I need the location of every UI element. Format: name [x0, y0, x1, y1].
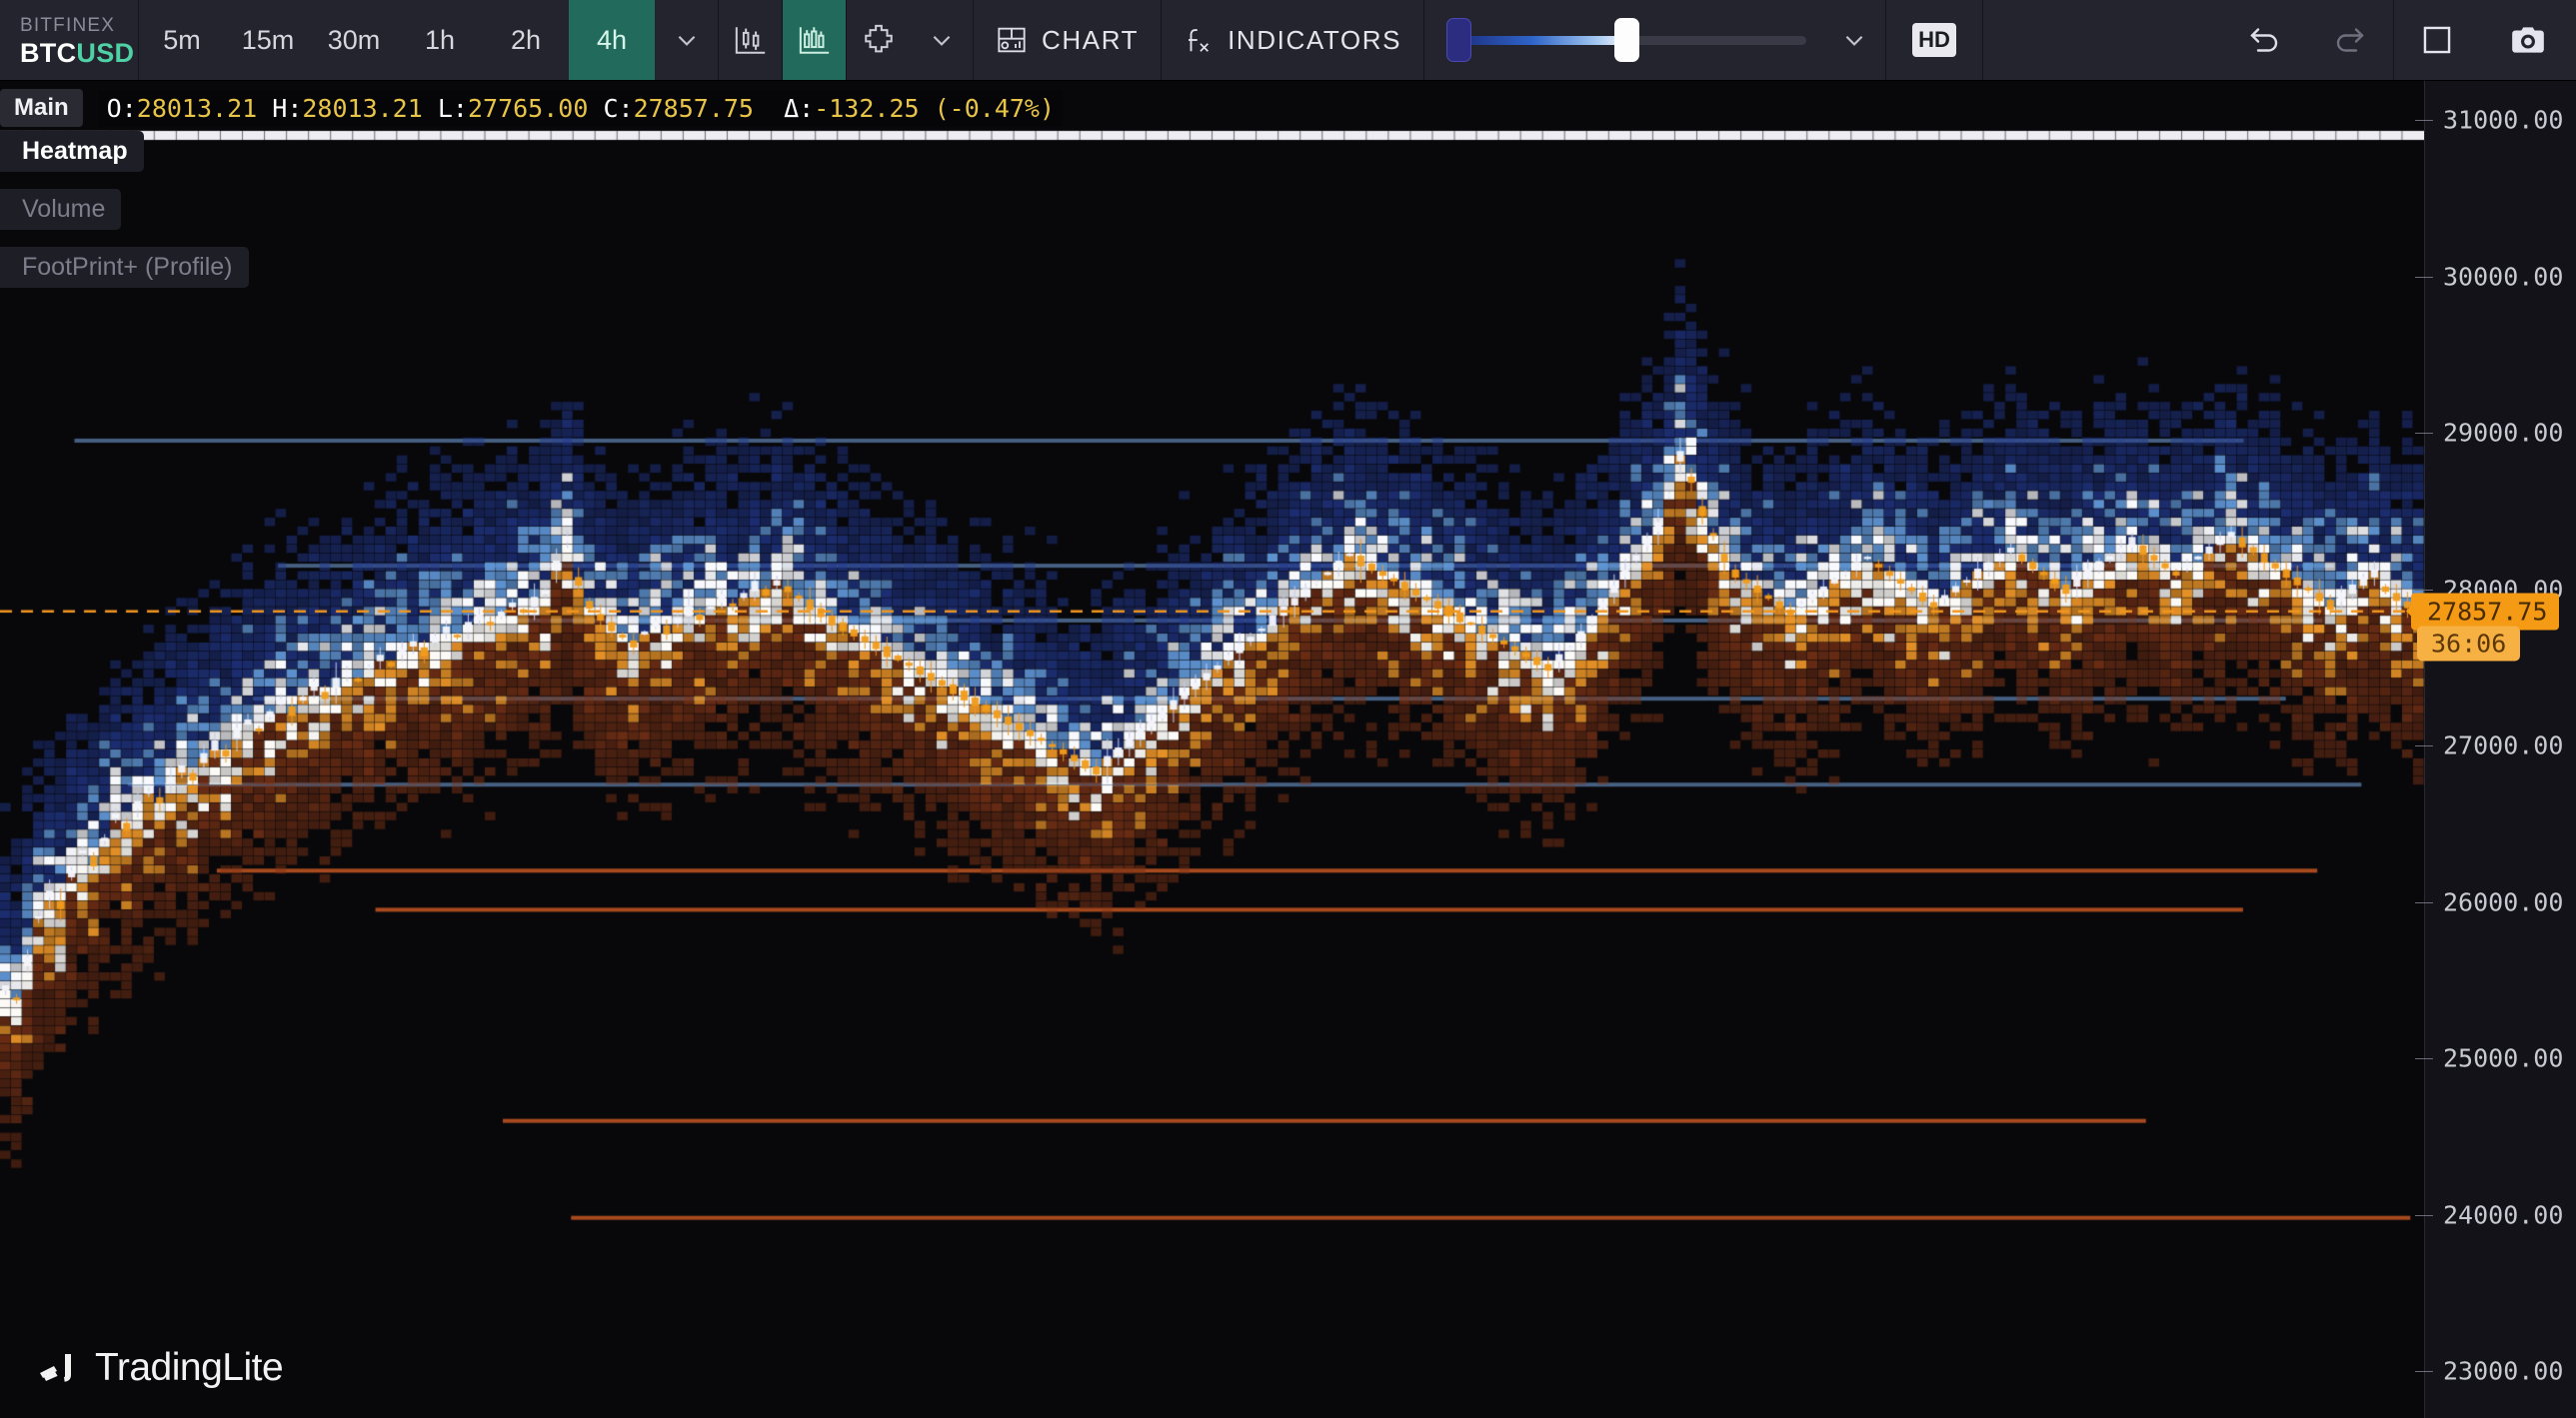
crosshair-tool-icon	[862, 23, 896, 57]
price-axis-label: 26000.00	[2443, 887, 2564, 917]
legend-item-volume[interactable]: Volume	[0, 189, 122, 230]
price-axis-label: 31000.00	[2443, 105, 2564, 135]
price-axis-label: 27000.00	[2443, 730, 2564, 760]
chevron-down-icon	[1841, 27, 1867, 53]
price-axis-tick	[2415, 1058, 2433, 1060]
slider-handle-min[interactable]	[1446, 18, 1472, 62]
open-value: 28013.21	[136, 93, 258, 123]
ohlc-values: O:28013.21 H:28013.21 L:27765.00 C:27857…	[98, 89, 1064, 127]
legend-row: FootPrint+ (Profile)	[0, 247, 249, 305]
square-fullscreen-icon	[2420, 23, 2454, 57]
low-label: L:	[437, 93, 468, 123]
price-axis-label: 25000.00	[2443, 1043, 2564, 1073]
heatmap-intensity-slider[interactable]	[1446, 18, 1807, 62]
chart-panel-label: CHART	[1042, 24, 1140, 55]
price-axis-tick	[2415, 276, 2433, 278]
slider-fill	[1452, 35, 1631, 45]
symbol-pair: BTCUSD	[20, 38, 138, 68]
liquidity-heatmap-canvas[interactable]	[0, 81, 2424, 1418]
heatmap-chart-icon	[798, 23, 832, 57]
chevron-down-icon	[674, 27, 700, 53]
price-axis-tick	[2415, 589, 2433, 591]
timeframe-5m[interactable]: 5m	[139, 0, 225, 80]
legend-row: Volume	[0, 189, 249, 247]
candlestick-chart-icon	[734, 23, 768, 57]
undo-icon	[2246, 22, 2282, 58]
heatmap-chart-button[interactable]	[783, 0, 846, 80]
legend-item-footprint[interactable]: FootPrint+ (Profile)	[0, 247, 249, 288]
fx-icon	[1184, 24, 1214, 56]
price-axis-label: 30000.00	[2443, 262, 2564, 292]
chevron-down-icon	[929, 27, 955, 53]
delta-percent: (-0.47%)	[934, 93, 1056, 123]
slider-handle-max[interactable]	[1614, 18, 1640, 62]
redo-button[interactable]	[2307, 0, 2393, 80]
price-axis-label: 24000.00	[2443, 1200, 2564, 1230]
close-value: 27857.75	[633, 93, 754, 123]
top-toolbar: BITFINEX BTCUSD 5m 15m 30m 1h 2h 4h CHAR…	[0, 0, 2576, 81]
chart-canvas-area[interactable]: Main O:28013.21 H:28013.21 L:27765.00 C:…	[0, 81, 2424, 1418]
timeframe-2h[interactable]: 2h	[483, 0, 569, 80]
crosshair-tool-button[interactable]	[847, 0, 910, 80]
pane-label-main: Main	[0, 89, 83, 127]
price-axis-tick	[2415, 1214, 2433, 1216]
indicators-button[interactable]: INDICATORS	[1162, 0, 1423, 80]
chart-panel-button[interactable]: CHART	[974, 0, 1161, 80]
hd-quality-button[interactable]: HD	[1886, 0, 1982, 80]
legend-item-heatmap[interactable]: Heatmap	[0, 131, 144, 172]
tradinglite-logo-icon	[38, 1351, 82, 1385]
tradinglite-watermark-text: TradingLite	[95, 1346, 284, 1389]
screenshot-button[interactable]	[2480, 0, 2576, 80]
exchange-label: BITFINEX	[20, 14, 116, 36]
hd-badge-label: HD	[1912, 23, 1957, 57]
bar-countdown-badge: 36:06	[2417, 626, 2521, 662]
chart-layout-icon	[996, 24, 1028, 56]
ohlc-readout: Main O:28013.21 H:28013.21 L:27765.00 C:…	[0, 86, 1073, 130]
tools-dropdown-button[interactable]	[910, 0, 973, 80]
high-label: H:	[272, 93, 303, 123]
price-axis-tick	[2415, 1371, 2433, 1373]
price-axis-tick	[2415, 433, 2433, 435]
tradinglite-app: BITFINEX BTCUSD 5m 15m 30m 1h 2h 4h CHAR…	[0, 0, 2576, 1418]
timeframe-30m[interactable]: 30m	[311, 0, 397, 80]
slider-dropdown-button[interactable]	[1822, 0, 1885, 80]
current-price-marker: 27857.75	[2411, 593, 2560, 631]
legend-row: Heatmap	[0, 131, 249, 189]
indicator-legend: Heatmap Volume FootPrint+ (Profile)	[0, 131, 249, 305]
price-axis-label: 23000.00	[2443, 1356, 2564, 1386]
candlestick-chart-button[interactable]	[719, 0, 782, 80]
symbol-selector[interactable]: BITFINEX BTCUSD	[0, 0, 138, 80]
close-label: C:	[603, 93, 634, 123]
delta-label: Δ:	[784, 93, 815, 123]
open-label: O:	[106, 93, 137, 123]
indicators-label: INDICATORS	[1228, 24, 1402, 55]
timeframe-dropdown-button[interactable]	[655, 0, 718, 80]
undo-button[interactable]	[2221, 0, 2307, 80]
delta-value: -132.25	[814, 93, 920, 123]
price-axis[interactable]: 31000.00 30000.00 29000.00 28000.00 27000.00…	[2411, 81, 2576, 1418]
tradinglite-watermark: TradingLite	[38, 1346, 284, 1390]
heatmap-intensity-slider-wrap	[1424, 0, 1822, 80]
low-value: 27765.00	[467, 93, 589, 123]
price-axis-tick	[2415, 120, 2433, 122]
redo-icon	[2332, 22, 2368, 58]
price-axis-tick	[2415, 745, 2433, 747]
symbol-base: BTC	[20, 37, 77, 68]
timeframe-15m[interactable]: 15m	[225, 0, 311, 80]
price-axis-tick	[2415, 901, 2433, 903]
symbol-quote: USD	[76, 37, 135, 68]
fullscreen-button[interactable]	[2394, 0, 2480, 80]
camera-icon	[2509, 21, 2547, 59]
timeframe-1h[interactable]: 1h	[397, 0, 483, 80]
high-value: 28013.21	[302, 93, 423, 123]
timeframe-4h[interactable]: 4h	[569, 0, 655, 80]
price-axis-label: 29000.00	[2443, 418, 2564, 448]
